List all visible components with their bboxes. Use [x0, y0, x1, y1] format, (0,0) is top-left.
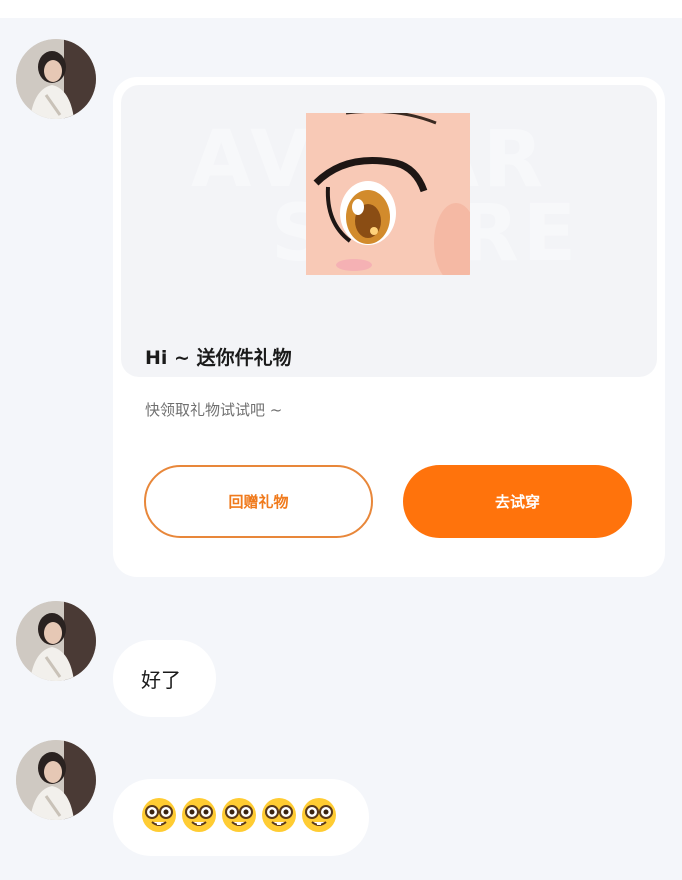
return-gift-button[interactable]: 回赠礼物 — [144, 465, 373, 538]
nerd-face-emoji-icon — [301, 797, 337, 833]
nerd-face-emoji-icon — [181, 797, 217, 833]
sender-avatar[interactable] — [16, 740, 96, 820]
nerd-face-emoji-icon — [141, 797, 177, 833]
emoji-message-bubble[interactable] — [113, 779, 369, 856]
gift-banner: AVATAR STORE — [121, 85, 657, 377]
nerd-face-emoji-icon — [221, 797, 257, 833]
emoji-row — [141, 797, 341, 838]
gift-title: Hi ~ 送你件礼物 — [145, 347, 292, 369]
gift-image — [306, 113, 470, 275]
top-bar — [0, 0, 682, 18]
message-text: 好了 — [141, 668, 181, 692]
nerd-face-emoji-icon — [261, 797, 297, 833]
gift-card[interactable]: AVATAR STORE Hi ~ 送你件礼物 快领取礼物试试吧 ~ 回赠礼物 … — [113, 77, 665, 577]
message-bubble[interactable]: 好了 — [113, 640, 216, 717]
sender-avatar[interactable] — [16, 39, 96, 119]
try-on-button[interactable]: 去试穿 — [403, 465, 632, 538]
sender-avatar[interactable] — [16, 601, 96, 681]
gift-subtitle: 快领取礼物试试吧 ~ — [145, 401, 283, 419]
